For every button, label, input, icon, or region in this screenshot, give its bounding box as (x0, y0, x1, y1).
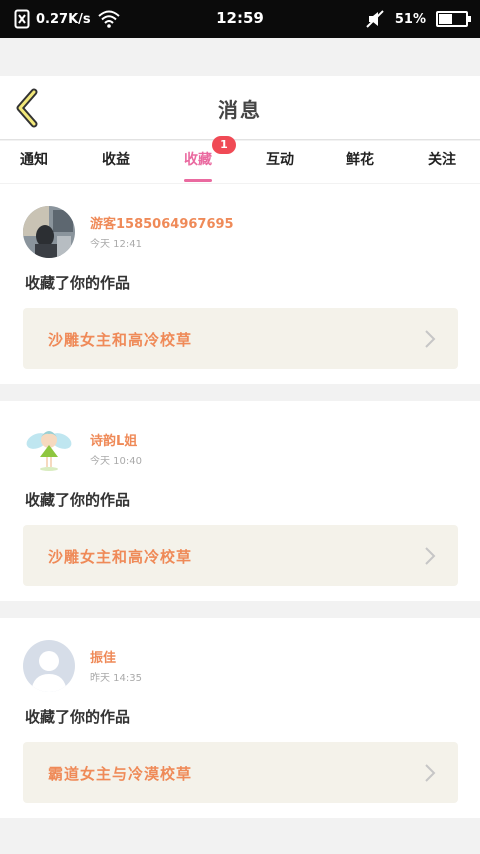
avatar[interactable] (23, 206, 75, 258)
tab-flowers[interactable]: 鲜花 (346, 149, 374, 169)
work-link[interactable]: 沙雕女主和高冷校草 (23, 525, 458, 586)
work-title: 霸道女主与冷漠校草 (48, 765, 193, 783)
user-name[interactable]: 振佳 (90, 647, 116, 666)
user-name[interactable]: 游客1585064967695 (90, 213, 234, 232)
message-text: 收藏了你的作品 (25, 274, 131, 292)
work-link[interactable]: 沙雕女主和高冷校草 (23, 308, 458, 369)
user-photo-icon (23, 206, 75, 258)
avatar[interactable] (23, 640, 75, 692)
work-title: 沙雕女主和高冷校草 (48, 331, 193, 349)
battery-percent: 51% (394, 11, 426, 27)
fairy-avatar-icon (23, 423, 75, 475)
chevron-right-icon (425, 330, 436, 348)
work-title: 沙雕女主和高冷校草 (48, 548, 193, 566)
message-text: 收藏了你的作品 (25, 491, 131, 509)
battery-level (439, 14, 452, 24)
battery-icon (436, 11, 471, 27)
message-card: 振佳 昨天 14:35 收藏了你的作品 霸道女主与冷漠校草 (0, 618, 480, 818)
user-name[interactable]: 诗韵L姐 (90, 430, 137, 449)
tab-label: 收益 (102, 152, 130, 168)
message-time: 昨天 14:35 (90, 673, 142, 684)
chevron-right-icon (425, 764, 436, 782)
tab-earnings[interactable]: 收益 (102, 149, 130, 169)
tab-bar: 通知 收益 收藏 互动 鲜花 关注 (0, 141, 480, 183)
message-text: 收藏了你的作品 (25, 708, 131, 726)
tab-notifications[interactable]: 通知 (20, 149, 48, 169)
tab-label: 通知 (20, 152, 48, 168)
message-time: 今天 12:41 (90, 239, 142, 250)
chevron-right-icon (425, 547, 436, 565)
tab-label: 收藏 (184, 152, 212, 168)
avatar[interactable] (23, 423, 75, 475)
page-title: 消息 (218, 98, 262, 122)
tab-label: 互动 (266, 152, 294, 168)
unread-badge: 1 (212, 136, 236, 154)
tab-favorites[interactable]: 收藏 (184, 149, 212, 182)
active-tab-indicator (184, 179, 212, 182)
mute-icon (366, 10, 384, 28)
tab-following[interactable]: 关注 (428, 149, 456, 169)
default-user-icon (23, 640, 75, 692)
message-time: 今天 10:40 (90, 456, 142, 467)
status-right: 51% (365, 9, 471, 29)
top-bar: 消息 (0, 76, 480, 140)
tab-interactions[interactable]: 互动 (266, 149, 294, 169)
tab-label: 关注 (428, 152, 456, 168)
status-bar: 0.27K/s 12:59 51% (0, 0, 480, 38)
message-card: 游客1585064967695 今天 12:41 收藏了你的作品 沙雕女主和高冷… (0, 184, 480, 384)
message-card: 诗韵L姐 今天 10:40 收藏了你的作品 沙雕女主和高冷校草 (0, 401, 480, 601)
tab-label: 鲜花 (346, 152, 374, 168)
work-link[interactable]: 霸道女主与冷漠校草 (23, 742, 458, 803)
